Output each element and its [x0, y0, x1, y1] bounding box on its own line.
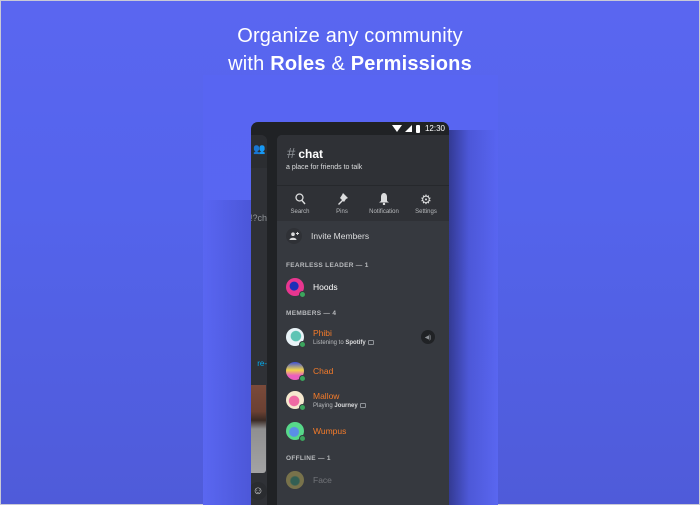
- wifi-icon: [391, 125, 402, 132]
- invite-members-label: Invite Members: [311, 231, 370, 241]
- member-item-phibi[interactable]: Phibi Listening to Spotify ◀): [286, 328, 441, 349]
- headline: Organize any community with Roles & Perm…: [0, 22, 700, 78]
- headline-line-2: with Roles & Permissions: [228, 53, 472, 75]
- headline-line-1: Organize any community: [237, 25, 463, 47]
- channel-title: # chat: [287, 145, 323, 162]
- invite-members-button[interactable]: Invite Members: [286, 228, 369, 244]
- avatar: [286, 362, 306, 382]
- chat-message-fragment: ch?!: [251, 213, 267, 223]
- rich-presence-icon: [359, 403, 366, 408]
- member-activity: Playing Journey: [313, 403, 366, 409]
- rich-presence-icon: [367, 340, 374, 345]
- channel-name: chat: [298, 146, 324, 161]
- member-item-face[interactable]: Face: [286, 471, 441, 489]
- member-item-wumpus[interactable]: Wumpus: [286, 422, 441, 442]
- phone-shadow: [449, 130, 499, 505]
- chat-image-attachment[interactable]: [251, 385, 266, 473]
- online-status-icon: [299, 291, 306, 298]
- gear-icon: ⚙: [420, 191, 432, 207]
- member-activity: Listening to Spotify: [313, 340, 374, 346]
- section-header-members: MEMBERS — 4: [286, 310, 337, 317]
- channel-toolbar: Search Pins Notification ⚙ Settings: [277, 185, 449, 221]
- member-name: Mallow: [313, 391, 340, 401]
- avatar: [286, 422, 306, 442]
- member-name: Wumpus: [313, 426, 347, 436]
- hash-icon: #: [287, 145, 296, 162]
- phone-screen: 12:30 👥 ch?! -re ☺ # chat a place for fr…: [251, 122, 449, 505]
- chat-link-fragment[interactable]: -re: [251, 359, 267, 368]
- member-name: Chad: [313, 366, 334, 376]
- channel-members-panel: # chat a place for friends to talk Searc…: [277, 135, 449, 505]
- settings-button[interactable]: ⚙ Settings: [405, 191, 447, 215]
- status-time: 12:30: [424, 124, 445, 133]
- member-name: Hoods: [313, 282, 338, 292]
- online-status-icon: [299, 375, 306, 382]
- signal-icon: [404, 125, 412, 132]
- members-icon[interactable]: 👥: [253, 144, 265, 155]
- member-name: Phibi: [313, 328, 332, 338]
- search-button[interactable]: Search: [279, 192, 321, 215]
- member-item-hoods[interactable]: Hoods: [286, 278, 441, 298]
- avatar: [286, 471, 304, 489]
- battery-icon: [415, 124, 420, 133]
- member-item-mallow[interactable]: Mallow Playing Journey: [286, 391, 441, 412]
- channel-topic: a place for friends to talk: [286, 164, 363, 171]
- channel-header: # chat a place for friends to talk: [277, 135, 449, 185]
- avatar: [286, 328, 306, 349]
- online-status-icon: [299, 435, 306, 442]
- search-icon: [294, 192, 306, 207]
- speaker-icon[interactable]: ◀): [421, 330, 435, 345]
- add-user-icon: [286, 228, 302, 244]
- bell-icon: [379, 192, 389, 207]
- member-item-chad[interactable]: Chad: [286, 362, 441, 382]
- section-header-offline: OFFLINE — 1: [286, 455, 331, 462]
- online-status-icon: [299, 404, 306, 412]
- notification-button[interactable]: Notification: [363, 192, 405, 215]
- avatar: [286, 391, 306, 412]
- online-status-icon: [299, 341, 306, 349]
- avatar: [286, 278, 306, 298]
- phone-shadow-left: [203, 200, 251, 505]
- pin-icon: [337, 192, 348, 207]
- section-header-leader: FEARLESS LEADER — 1: [286, 262, 369, 269]
- pins-button[interactable]: Pins: [321, 192, 363, 215]
- status-bar: 12:30: [251, 122, 449, 135]
- member-name: Face: [313, 475, 332, 485]
